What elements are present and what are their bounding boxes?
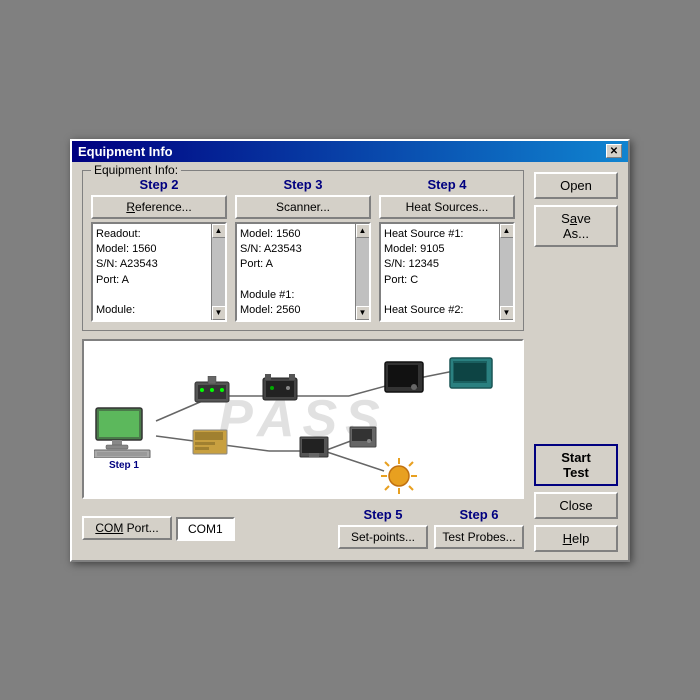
router-icon: [194, 376, 230, 406]
step5-bottom: Step 5 Set-points...: [338, 507, 428, 552]
start-test-button[interactable]: Start Test: [534, 444, 618, 486]
step6-label: Step 6: [459, 507, 498, 522]
step1-label: Step 1: [109, 460, 139, 471]
step2-label: Step 2: [139, 177, 178, 192]
close-button[interactable]: Close: [534, 492, 618, 519]
step3-scrollbar[interactable]: ▲ ▼: [355, 224, 369, 320]
step4-scrollbar[interactable]: ▲ ▼: [499, 224, 513, 320]
equipment-info-group: Equipment Info: Step 2 Reference... Read…: [82, 170, 524, 331]
step2-col: Step 2 Reference... Readout:Model: 1560S…: [91, 177, 227, 322]
middle-box-icon: [349, 426, 377, 450]
scroll-track[interactable]: [356, 238, 370, 306]
device-router: [194, 376, 230, 406]
step3-content: Model: 1560S/N: A23543Port: AModule #1:M…: [240, 227, 366, 317]
heat-sources-button[interactable]: Heat Sources...: [379, 195, 515, 219]
com-port-area: COM Port... COM1: [82, 516, 235, 543]
scroll-down-arrow[interactable]: ▼: [212, 306, 226, 320]
scanner-icon: [262, 374, 298, 404]
diagram-area: PASS: [82, 339, 524, 499]
card-device-icon: [192, 429, 228, 457]
dialog-title: Equipment Info: [78, 144, 173, 159]
save-as-button[interactable]: Save As...: [534, 205, 618, 247]
device-scanner: [262, 374, 298, 404]
equipment-info-dialog: Equipment Info ✕ Equipment Info: Step 2 …: [70, 139, 630, 562]
scroll-up-arrow[interactable]: ▲: [356, 224, 370, 238]
help-button[interactable]: Help: [534, 525, 618, 552]
close-icon[interactable]: ✕: [606, 144, 622, 158]
device-step5: [299, 436, 329, 462]
title-bar: Equipment Info ✕: [72, 141, 628, 162]
scroll-track[interactable]: [212, 238, 226, 306]
step2-textbox: Readout:Model: 1560S/N: A23543Port: AMod…: [91, 222, 227, 322]
spacer-right: [534, 253, 618, 438]
step4-content: Heat Source #1:Model: 9105S/N: 12345Port…: [384, 227, 510, 317]
step3-col: Step 3 Scanner... Model: 1560S/N: A23543…: [235, 177, 371, 322]
left-panel: Equipment Info: Step 2 Reference... Read…: [82, 170, 524, 552]
group-label: Equipment Info:: [91, 163, 181, 177]
com-port-button[interactable]: COM Port...: [82, 516, 172, 540]
scanner-button[interactable]: Scanner...: [235, 195, 371, 219]
device-heat1: [384, 361, 424, 397]
device-heat2: [449, 357, 493, 393]
step3-textbox: Model: 1560S/N: A23543Port: AModule #1:M…: [235, 222, 371, 322]
step4-label: Step 4: [427, 177, 466, 192]
step3-label: Step 3: [283, 177, 322, 192]
sun-icon: [379, 456, 419, 496]
step1-computer: Step 1: [94, 406, 154, 471]
step2-scrollbar[interactable]: ▲ ▼: [211, 224, 225, 320]
scroll-track[interactable]: [500, 238, 514, 306]
step2-content: Readout:Model: 1560S/N: A23543Port: AMod…: [96, 227, 222, 317]
scroll-down-arrow[interactable]: ▼: [500, 306, 514, 320]
scroll-up-arrow[interactable]: ▲: [500, 224, 514, 238]
step6-bottom: Step 6 Test Probes...: [434, 507, 524, 552]
bottom-controls: COM Port... COM1 Step 5 Set-points... St…: [82, 507, 524, 552]
right-button-panel: Open Save As... Start Test Close Help: [534, 170, 618, 552]
steps-row: Step 2 Reference... Readout:Model: 1560S…: [91, 177, 515, 322]
step5-label: Step 5: [363, 507, 402, 522]
reference-button[interactable]: Reference...: [91, 195, 227, 219]
test-probes-button[interactable]: Test Probes...: [434, 525, 524, 549]
set-points-button[interactable]: Set-points...: [338, 525, 428, 549]
heat-source-icon: [384, 361, 424, 397]
small-device-icon: [299, 436, 329, 462]
scroll-down-arrow[interactable]: ▼: [356, 306, 370, 320]
open-button[interactable]: Open: [534, 172, 618, 199]
scroll-up-arrow[interactable]: ▲: [212, 224, 226, 238]
device-sun: [379, 456, 419, 496]
computer-icon: [94, 406, 154, 458]
device-middle-box: [349, 426, 377, 450]
teal-device-icon: [449, 357, 493, 393]
step4-col: Step 4 Heat Sources... Heat Source #1:Mo…: [379, 177, 515, 322]
com-port-value: COM1: [176, 517, 235, 541]
step4-textbox: Heat Source #1:Model: 9105S/N: 12345Port…: [379, 222, 515, 322]
device-card: [192, 429, 228, 457]
